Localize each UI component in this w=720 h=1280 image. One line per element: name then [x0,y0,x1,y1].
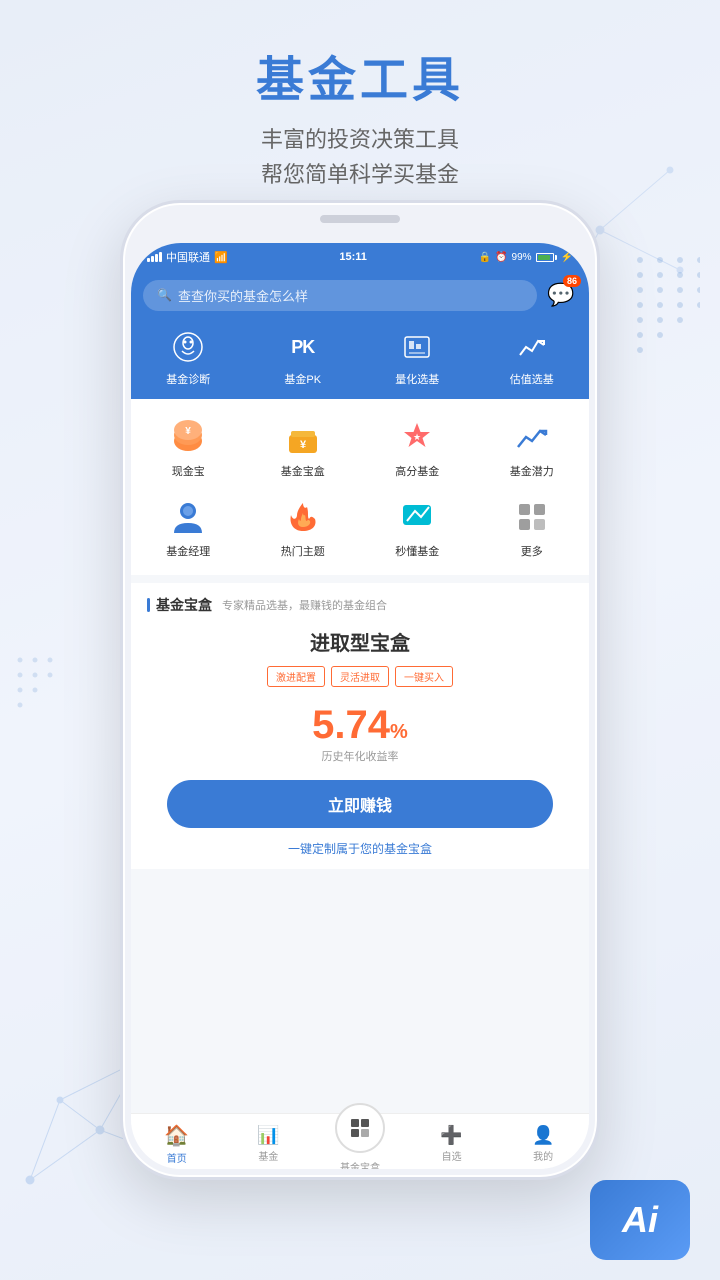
scroll-content[interactable]: ¥ 现金宝 ¥ [131,399,589,1145]
understand-label: 秒懂基金 [395,543,439,559]
cash-icon: ¥ [166,415,210,459]
box-label: 基金宝盒 [281,463,325,479]
tab-home[interactable]: 🏠 首页 [131,1119,223,1165]
grid-highscore[interactable]: ★ 高分基金 [360,415,475,479]
mine-label: 我的 [533,1148,553,1163]
yield-desc: 历史年化收益率 [147,748,573,764]
grid-box[interactable]: ¥ 基金宝盒 [246,415,361,479]
tool-pk[interactable]: PK 基金PK [246,327,361,387]
svg-text:¥: ¥ [185,426,191,437]
section-title: 基金宝盒 [156,595,212,615]
message-button[interactable]: 💬 86 [545,279,577,311]
grid-row-2: 基金经理 热门主题 [131,491,589,563]
mine-icon: 👤 [532,1125,554,1146]
grid-more[interactable]: 更多 [475,495,590,559]
page-header: 基金工具 丰富的投资决策工具 帮您简单科学买基金 [0,0,720,212]
phone-mockup: 中国联通 📶 15:11 🔒 ⏰ 99% ⚡ � [120,200,600,1180]
tab-watchlist[interactable]: ➕ 自选 [406,1121,498,1163]
value-label: 估值选基 [510,371,554,387]
grid-menu: ¥ 现金宝 ¥ [131,399,589,575]
manager-label: 基金经理 [166,543,210,559]
watchlist-icon: ➕ [440,1125,462,1146]
phone-screen: 中国联通 📶 15:11 🔒 ⏰ 99% ⚡ � [131,243,589,1169]
watchlist-label: 自选 [442,1148,462,1163]
grid-hot[interactable]: 热门主题 [246,495,361,559]
fundbox-label: 基金宝盒 [340,1159,380,1169]
understand-icon [395,495,439,539]
grid-cash[interactable]: ¥ 现金宝 [131,415,246,479]
fund-box-section: 基金宝盒 专家精品选基，最赚钱的基金组合 进取型宝盒 激进配置 灵活进取 一键买… [131,583,589,869]
search-icon: 🔍 [157,288,172,302]
home-label: 首页 [167,1150,187,1165]
tool-diagnosis[interactable]: 基金诊断 [131,327,246,387]
earn-button[interactable]: 立即赚钱 [167,780,553,828]
customize-link[interactable]: 一键定制属于您的基金宝盒 [147,840,573,857]
cash-label: 现金宝 [172,463,205,479]
search-placeholder: 查查你买的基金怎么样 [178,286,308,305]
status-bar: 中国联通 📶 15:11 🔒 ⏰ 99% ⚡ [131,243,589,271]
grid-manager[interactable]: 基金经理 [131,495,246,559]
tag-2: 一键买入 [395,666,453,687]
search-bar-area: 🔍 查查你买的基金怎么样 💬 86 [131,271,589,319]
manager-icon [166,495,210,539]
signal-icon [147,252,162,262]
tool-quant[interactable]: 量化选基 [360,327,475,387]
value-icon [512,327,552,367]
message-badge: 86 [563,275,581,287]
phone-notch [320,215,400,223]
fund-icon: 📊 [257,1125,279,1146]
status-left: 中国联通 📶 [147,249,228,265]
tab-bar: 🏠 首页 📊 基金 基金宝盒 [131,1113,589,1169]
more-icon [510,495,554,539]
tab-fund[interactable]: 📊 基金 [223,1121,315,1163]
tags-row: 激进配置 灵活进取 一键买入 [147,666,573,687]
tool-nav: 基金诊断 PK 基金PK 量化选基 [131,319,589,399]
hot-icon [281,495,325,539]
yield-number: 5.74% [147,703,573,748]
section-bar [147,598,150,612]
svg-text:★: ★ [413,432,421,442]
pk-label: 基金PK [284,371,321,387]
section-desc: 专家精品选基，最赚钱的基金组合 [222,597,387,613]
tab-mine[interactable]: 👤 我的 [497,1121,589,1163]
more-label: 更多 [521,543,543,559]
box-icon: ¥ [281,415,325,459]
grid-row-1: ¥ 现金宝 ¥ [131,411,589,483]
hot-label: 热门主题 [281,543,325,559]
quant-label: 量化选基 [395,371,439,387]
tab-fundbox[interactable]: 基金宝盒 [314,1099,406,1169]
potential-label: 基金潜力 [510,463,554,479]
diagnosis-label: 基金诊断 [166,371,210,387]
quant-icon [397,327,437,367]
tool-value[interactable]: 估值选基 [475,327,590,387]
clock: 15:11 [339,251,367,263]
page-subtitle: 丰富的投资决策工具 帮您简单科学买基金 [0,122,720,192]
status-right: 🔒 ⏰ 99% ⚡ [479,252,573,263]
product-name: 进取型宝盒 [147,627,573,656]
home-icon: 🏠 [164,1123,189,1148]
pk-icon: PK [283,327,323,367]
tag-1: 灵活进取 [331,666,389,687]
wifi-icon: 📶 [214,251,228,264]
highscore-icon: ★ [395,415,439,459]
carrier: 中国联通 [166,249,210,265]
battery-icon [536,253,557,262]
page-title: 基金工具 [0,40,720,110]
grid-potential[interactable]: 基金潜力 [475,415,590,479]
search-bar[interactable]: 🔍 查查你买的基金怎么样 [143,280,537,311]
tag-0: 激进配置 [267,666,325,687]
section-header: 基金宝盒 专家精品选基，最赚钱的基金组合 [147,595,573,615]
potential-icon [510,415,554,459]
ai-badge: Ai [590,1180,690,1260]
fundbox-center-icon[interactable] [335,1103,385,1153]
fund-label: 基金 [258,1148,278,1163]
diagnosis-icon [168,327,208,367]
svg-text:¥: ¥ [300,439,307,451]
highscore-label: 高分基金 [395,463,439,479]
grid-understand[interactable]: 秒懂基金 [360,495,475,559]
